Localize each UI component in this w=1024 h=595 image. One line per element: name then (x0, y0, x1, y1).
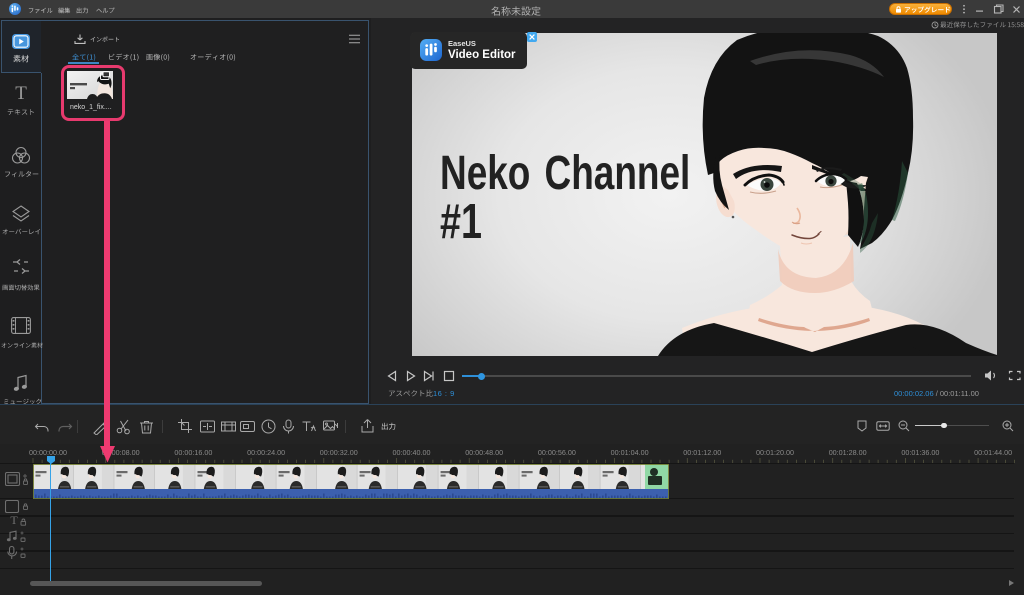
svg-text:00:00:16.00: 00:00:16.00 (174, 448, 212, 457)
svg-text:00:00:24.00: 00:00:24.00 (247, 448, 285, 457)
svg-text:00:00:40.00: 00:00:40.00 (393, 448, 431, 457)
svg-text:00:01:36.00: 00:01:36.00 (901, 448, 939, 457)
svg-text:00:01:28.00: 00:01:28.00 (829, 448, 867, 457)
svg-text:00:01:04.00: 00:01:04.00 (611, 448, 649, 457)
svg-text:00:00:32.00: 00:00:32.00 (320, 448, 358, 457)
svg-text:00:00:56.00: 00:00:56.00 (538, 448, 576, 457)
svg-text:00:01:44.00: 00:01:44.00 (974, 448, 1012, 457)
svg-text:00:01:20.00: 00:01:20.00 (756, 448, 794, 457)
svg-text:00:01:12.00: 00:01:12.00 (683, 448, 721, 457)
svg-text:00:00:48.00: 00:00:48.00 (465, 448, 503, 457)
